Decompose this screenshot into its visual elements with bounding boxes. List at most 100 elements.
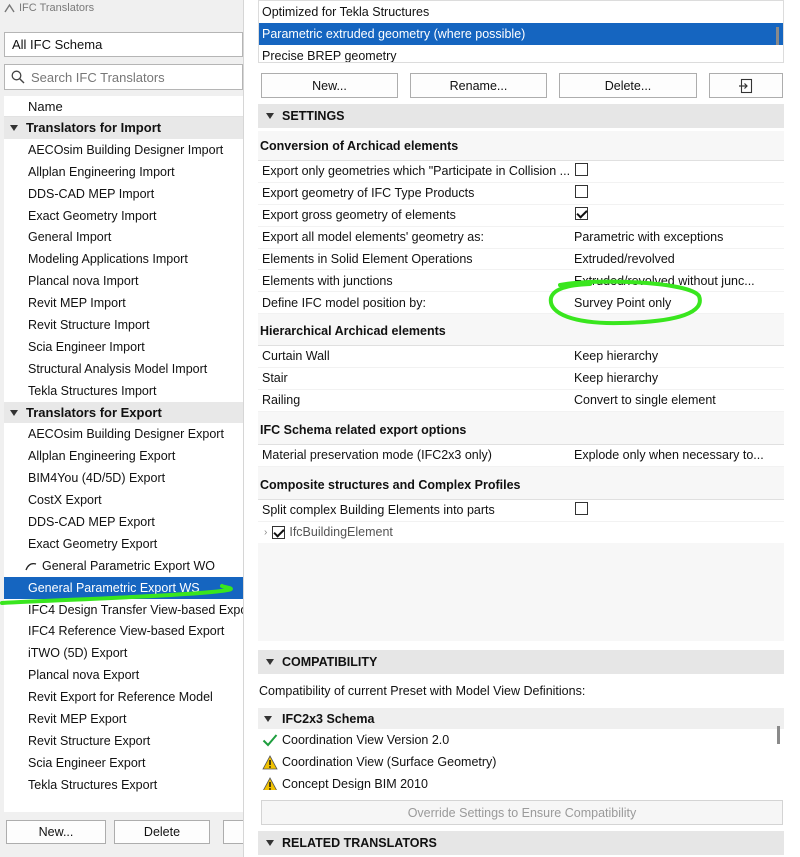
setting-label: Stair [262,371,288,386]
export-item[interactable]: AECOsim Building Designer Export [4,423,243,445]
mvd-row[interactable]: Coordination View Version 2.0 [258,729,784,751]
rename-preset-button[interactable]: Rename... [410,73,547,98]
split-parts-checkbox[interactable] [575,502,588,516]
collision-checkbox[interactable] [575,163,588,177]
delete-translator-button[interactable]: Delete [114,820,210,844]
export-item[interactable]: Exact Geometry Export [4,533,243,555]
preset-item[interactable]: Optimized for Tekla Structures [259,1,783,23]
import-item[interactable]: Allplan Engineering Import [4,161,243,183]
ifc-element-row[interactable]: › IfcBuildingElement [258,522,784,543]
export-item[interactable]: CostX Export [4,489,243,511]
export-item[interactable]: iTWO (5D) Export [4,642,243,664]
settings-body: Conversion of Archicad elements Export o… [258,131,784,641]
setting-value[interactable]: Parametric with exceptions [570,230,784,244]
import-item[interactable]: Scia Engineer Import [4,336,243,358]
setting-label: Elements with junctions [262,273,393,288]
setting-row[interactable]: Export all model elements' geometry as: … [258,227,784,249]
delete-preset-button[interactable]: Delete... [559,73,697,98]
ifc2x3-schema-group[interactable]: IFC2x3 Schema [258,708,784,729]
import-item[interactable]: DDS-CAD MEP Import [4,183,243,205]
import-item[interactable]: AECOsim Building Designer Import [4,139,243,161]
setting-label: Elements in Solid Element Operations [262,252,473,266]
setting-value[interactable]: Keep hierarchy [570,371,784,385]
preset-item-selected[interactable]: Parametric extruded geometry (where poss… [259,23,783,45]
mvd-label: Concept Design BIM 2010 [282,777,428,790]
setting-value[interactable]: Extruded/revolved without junc... [570,274,784,288]
setting-value[interactable]: Convert to single element [570,393,784,407]
export-item[interactable]: Tekla Structures Export [4,774,243,796]
name-column-header[interactable]: Name [4,96,243,117]
export-group[interactable]: Translators for Export [4,401,243,424]
schema-options-grid: Material preservation mode (IFC2x3 only)… [258,444,784,467]
setting-value[interactable]: Explode only when necessary to... [570,448,784,462]
mvd-label: Coordination View Version 2.0 [282,733,450,747]
hierarchical-header: Hierarchical Archicad elements [260,324,446,338]
schema-filter-dropdown[interactable]: All IFC Schema [4,32,243,57]
mvd-row[interactable]: Coordination View (Surface Geometry) [258,751,784,773]
setting-row[interactable]: Export only geometries which "Participat… [258,161,784,183]
import-item[interactable]: Exact Geometry Import [4,205,243,227]
export-item[interactable]: Revit MEP Export [4,708,243,730]
export-item-selected[interactable]: General Parametric Export WS [4,576,243,599]
setting-value[interactable]: Survey Point only [570,296,784,310]
import-item[interactable]: Tekla Structures Import [4,380,243,402]
collapse-triangle-icon [266,659,274,665]
export-item[interactable]: DDS-CAD MEP Export [4,511,243,533]
override-settings-button[interactable]: Override Settings to Ensure Compatibilit… [261,800,783,825]
setting-row[interactable]: Material preservation mode (IFC2x3 only)… [258,445,784,467]
export-item[interactable]: Scia Engineer Export [4,752,243,774]
chevron-right-icon[interactable]: › [264,527,267,538]
import-item[interactable]: General Import [4,226,243,248]
import-item[interactable]: Plancal nova Import [4,270,243,292]
ifc-element-checkbox[interactable] [272,525,286,539]
setting-row[interactable]: Split complex Building Elements into par… [258,500,784,522]
import-item[interactable]: Structural Analysis Model Import [4,358,243,380]
mvd-row[interactable]: Concept Design BIM 2010 [258,773,784,790]
arc-icon [25,562,37,570]
import-group[interactable]: Translators for Import [4,117,243,139]
setting-row[interactable]: Railing Convert to single element [258,390,784,412]
composite-grid: Split complex Building Elements into par… [258,499,784,543]
setting-label: Split complex Building Elements into par… [262,503,495,518]
type-products-checkbox[interactable] [575,185,588,199]
new-translator-button[interactable]: New... [6,820,106,844]
compatibility-section-header[interactable]: COMPATIBILITY [258,650,784,674]
preset-list[interactable]: Optimized for Tekla Structures Parametri… [258,0,784,63]
export-item[interactable]: IFC4 Design Transfer View-based Export [4,599,243,621]
export-item[interactable]: IFC4 Reference View-based Export [4,620,243,642]
import-item[interactable]: Revit MEP Import [4,292,243,314]
export-item[interactable]: Plancal nova Export [4,664,243,686]
setting-row[interactable]: Export geometry of IFC Type Products [258,183,784,205]
collapse-triangle-icon [266,113,274,119]
import-item[interactable]: Revit Structure Import [4,314,243,336]
export-item[interactable]: General Parametric Export WO [4,555,243,577]
import-icon [739,78,753,93]
preset-scrollbar[interactable] [776,27,779,45]
setting-value[interactable]: Extruded/revolved [570,252,784,266]
new-preset-button[interactable]: New... [261,73,398,98]
preset-item[interactable]: Precise BREP geometry [259,45,783,62]
collapse-triangle-icon [10,409,18,416]
setting-row[interactable]: Elements with junctions Extruded/revolve… [258,270,784,293]
compatibility-header-label: COMPATIBILITY [282,655,378,669]
gross-geometry-checkbox[interactable] [575,207,588,221]
import-item[interactable]: Modeling Applications Import [4,248,243,270]
search-input[interactable]: Search IFC Translators [4,64,243,90]
setting-row[interactable]: Export gross geometry of elements [258,205,784,227]
setting-row[interactable]: Elements in Solid Element Operations Ext… [258,249,784,271]
export-item[interactable]: Revit Structure Export [4,730,243,752]
setting-value[interactable]: Keep hierarchy [570,349,784,363]
setting-label: Export geometry of IFC Type Products [262,186,475,201]
export-item[interactable]: BIM4You (4D/5D) Export [4,467,243,489]
setting-label: Export only geometries which "Participat… [262,164,570,179]
export-item[interactable]: Allplan Engineering Export [4,445,243,467]
mvd-scrollbar[interactable] [777,726,780,744]
setting-row[interactable]: Define IFC model position by: Survey Poi… [258,292,784,315]
setting-row[interactable]: Stair Keep hierarchy [258,368,784,390]
translators-panel: IFC Translators All IFC Schema Search IF… [0,0,247,857]
setting-row[interactable]: Curtain Wall Keep hierarchy [258,346,784,368]
import-preset-button[interactable] [709,73,783,98]
settings-section-header[interactable]: SETTINGS [258,104,784,128]
related-translators-section-header[interactable]: RELATED TRANSLATORS [258,831,784,855]
export-item[interactable]: Revit Export for Reference Model [4,686,243,708]
